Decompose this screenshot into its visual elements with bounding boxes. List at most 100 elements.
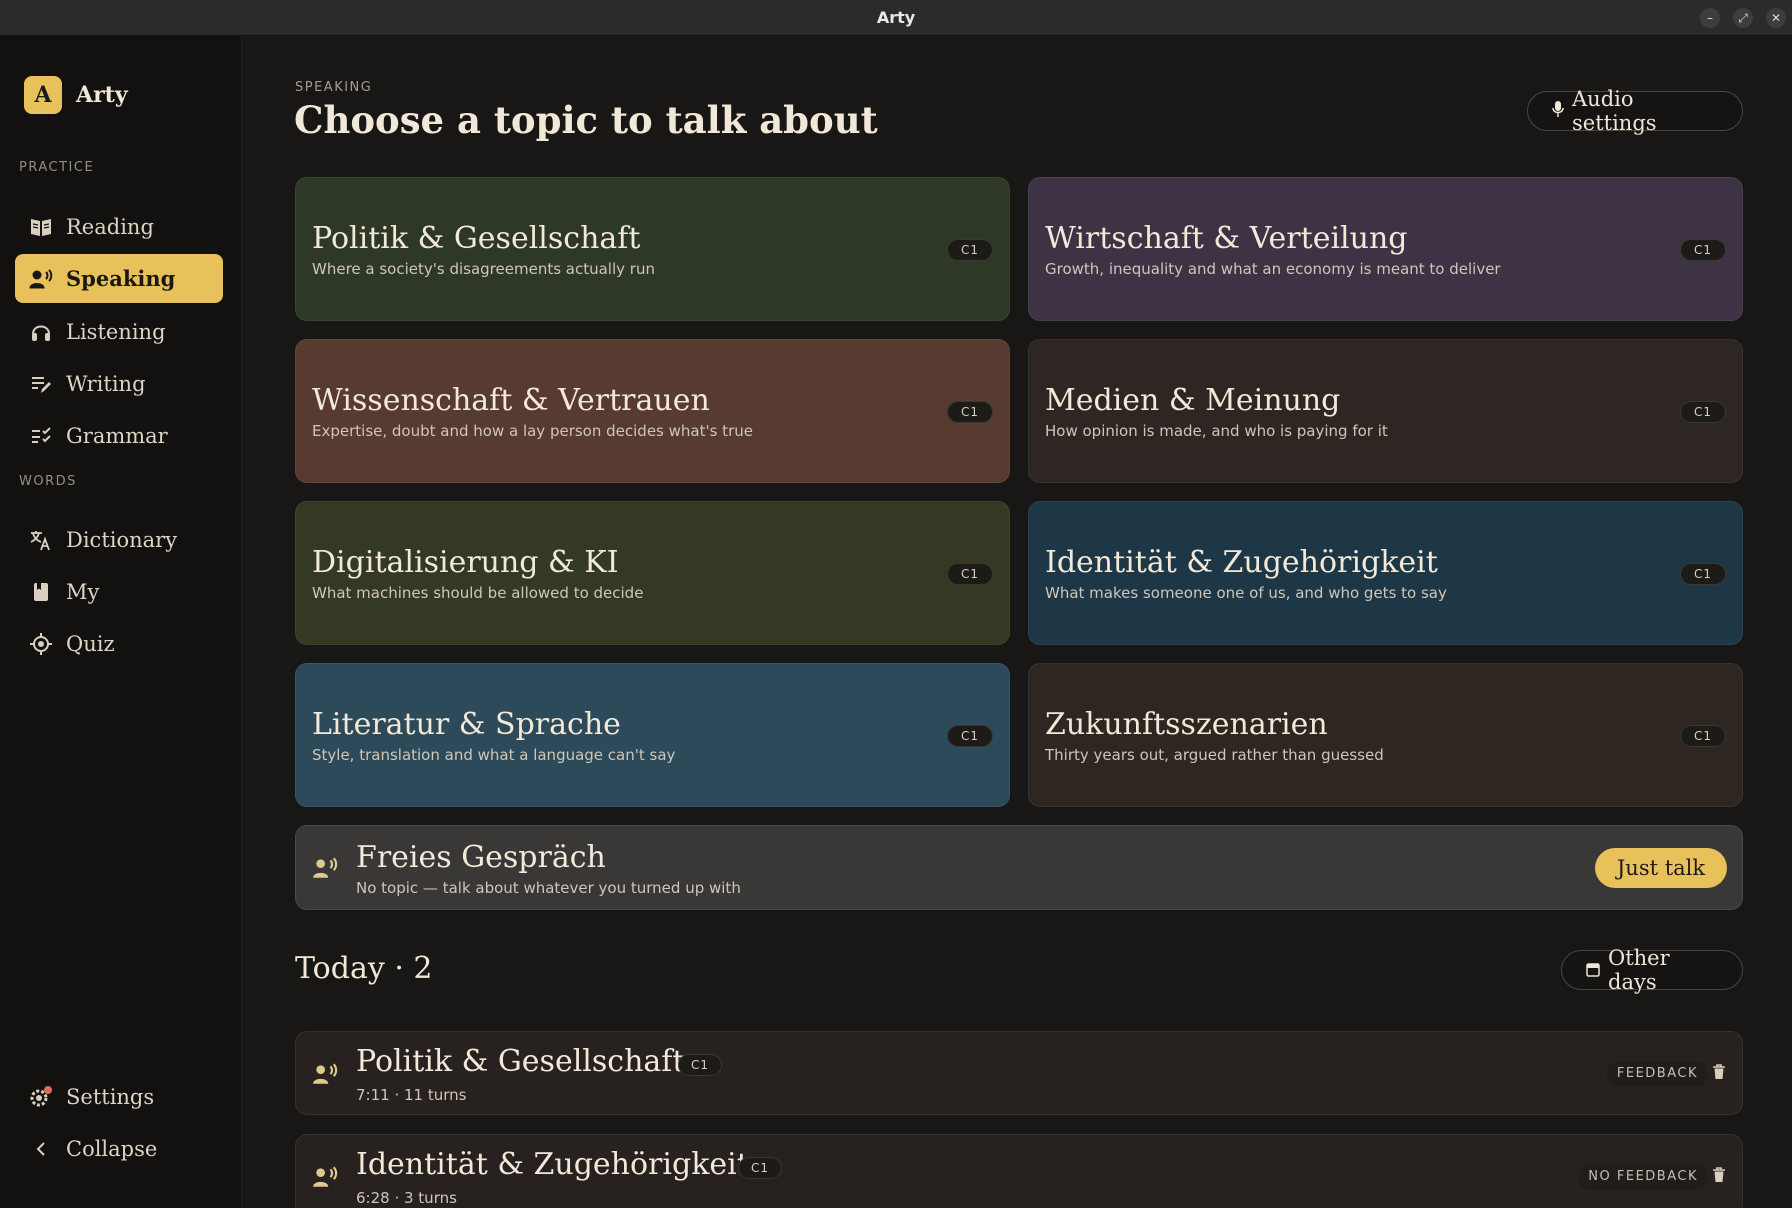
speaking-person-icon <box>312 856 338 884</box>
topic-description: Style, translation and what a language c… <box>312 746 676 764</box>
other-days-button[interactable]: Other days <box>1561 946 1743 994</box>
topic-card[interactable]: Digitalisierung & KI What machines shoul… <box>295 501 1010 645</box>
audio-settings-button[interactable]: Audio settings <box>1527 87 1743 135</box>
sidebar-item-settings[interactable]: Settings <box>15 1072 223 1121</box>
level-badge: C1 <box>1679 401 1726 423</box>
sidebar-item-label: Collapse <box>66 1136 158 1161</box>
topic-description: What machines should be allowed to decid… <box>312 584 644 602</box>
other-days-label: Other days <box>1608 946 1670 994</box>
session-row[interactable]: Politik & Gesellschaft C1 7:11 · 11 turn… <box>295 1031 1743 1115</box>
level-badge: C1 <box>738 1157 783 1179</box>
feedback-status[interactable]: NO FEEDBACK <box>1578 1164 1708 1190</box>
trash-icon[interactable] <box>1712 1064 1726 1084</box>
translate-icon <box>29 528 53 552</box>
topic-name: Wirtschaft & Verteilung <box>1045 221 1408 256</box>
sidebar-item-label: Settings <box>66 1084 155 1109</box>
main-content: SPEAKING Choose a topic to talk about Au… <box>242 36 1792 1208</box>
topic-name: Literatur & Sprache <box>312 707 621 742</box>
level-badge: C1 <box>946 563 993 585</box>
free-talk-title: Freies Gespräch <box>356 840 606 875</box>
sidebar-collapse[interactable]: Collapse <box>15 1124 223 1173</box>
page-eyebrow: SPEAKING <box>295 80 373 95</box>
sidebar-item-label: My <box>66 579 100 604</box>
sidebar-item-label: Speaking <box>66 266 176 291</box>
topic-card[interactable]: Medien & Meinung How opinion is made, an… <box>1028 339 1743 483</box>
session-row[interactable]: Identität & Zugehörigkeit C1 6:28 · 3 tu… <box>295 1134 1743 1208</box>
level-badge: C1 <box>1679 563 1726 585</box>
free-talk-card[interactable]: Freies Gespräch No topic — talk about wh… <box>295 825 1743 910</box>
just-talk-button[interactable]: Just talk <box>1595 848 1727 888</box>
sidebar-item-reading[interactable]: Reading <box>15 202 223 251</box>
trash-icon[interactable] <box>1712 1167 1726 1187</box>
audio-settings-label: Audio settings <box>1572 87 1657 135</box>
window-titlebar: Arty – ⤢ ✕ <box>0 0 1792 36</box>
brand-logo: A <box>24 76 62 114</box>
session-topic: Politik & Gesellschaft <box>356 1044 685 1079</box>
sidebar-item-grammar[interactable]: Grammar <box>15 411 223 460</box>
sidebar-item-listening[interactable]: Listening <box>15 307 223 356</box>
topic-description: Growth, inequality and what an economy i… <box>1045 260 1501 278</box>
topic-description: What makes someone one of us, and who ge… <box>1045 584 1447 602</box>
topic-card[interactable]: Wissenschaft & Vertrauen Expertise, doub… <box>295 339 1010 483</box>
page-title: Choose a topic to talk about <box>294 98 878 142</box>
minimize-icon[interactable]: – <box>1700 8 1720 28</box>
brand-name: Arty <box>76 82 128 108</box>
topic-name: Zukunftsszenarien <box>1045 707 1328 742</box>
topic-name: Identität & Zugehörigkeit <box>1045 545 1438 580</box>
maximize-icon[interactable]: ⤢ <box>1733 8 1753 28</box>
topic-card[interactable]: Wirtschaft & Verteilung Growth, inequali… <box>1028 177 1743 321</box>
level-badge: C1 <box>1679 725 1726 747</box>
sidebar-item-dictionary[interactable]: Dictionary <box>15 515 223 564</box>
topic-description: Where a society's disagreements actually… <box>312 260 655 278</box>
bookmark-book-icon <box>29 580 53 604</box>
level-badge: C1 <box>678 1054 723 1076</box>
session-meta: 7:11 · 11 turns <box>356 1086 467 1104</box>
topic-name: Politik & Gesellschaft <box>312 221 641 256</box>
feedback-status[interactable]: FEEDBACK <box>1606 1061 1708 1087</box>
window-title: Arty <box>876 8 916 27</box>
level-badge: C1 <box>1679 239 1726 261</box>
sidebar-item-label: Listening <box>66 319 166 344</box>
topic-description: Expertise, doubt and how a lay person de… <box>312 422 753 440</box>
topic-name: Medien & Meinung <box>1045 383 1341 418</box>
window-controls: – ⤢ ✕ <box>1700 8 1786 28</box>
sidebar-item-label: Quiz <box>66 631 115 656</box>
topic-card[interactable]: Politik & Gesellschaft Where a society's… <box>295 177 1010 321</box>
sidebar-item-writing[interactable]: Writing <box>15 359 223 408</box>
session-meta: 6:28 · 3 turns <box>356 1189 457 1207</box>
headphones-icon <box>29 320 53 344</box>
level-badge: C1 <box>946 725 993 747</box>
sidebar-item-quiz[interactable]: Quiz <box>15 619 223 668</box>
microphone-icon <box>1552 99 1564 123</box>
sidebar: A Arty PRACTICE Reading Speaking Listeni… <box>0 36 242 1208</box>
level-badge: C1 <box>946 239 993 261</box>
gear-notification-icon <box>29 1085 53 1109</box>
close-icon[interactable]: ✕ <box>1766 8 1786 28</box>
section-label-practice: PRACTICE <box>19 160 95 175</box>
pencil-lines-icon <box>29 372 53 396</box>
speaking-person-icon <box>312 1062 338 1090</box>
brand[interactable]: A Arty <box>24 76 128 114</box>
sidebar-item-label: Dictionary <box>66 527 178 552</box>
session-topic: Identität & Zugehörigkeit <box>356 1147 749 1182</box>
sidebar-item-label: Reading <box>66 214 154 239</box>
topic-description: How opinion is made, and who is paying f… <box>1045 422 1388 440</box>
sidebar-item-my[interactable]: My <box>15 567 223 616</box>
topic-card[interactable]: Zukunftsszenarien Thirty years out, argu… <box>1028 663 1743 807</box>
topic-card[interactable]: Literatur & Sprache Style, translation a… <box>295 663 1010 807</box>
topic-name: Wissenschaft & Vertrauen <box>312 383 710 418</box>
calendar-icon <box>1586 958 1600 982</box>
speaking-person-icon <box>312 1165 338 1193</box>
sidebar-item-label: Writing <box>66 371 146 396</box>
free-talk-description: No topic — talk about whatever you turne… <box>356 879 741 897</box>
topic-card[interactable]: Identität & Zugehörigkeit What makes som… <box>1028 501 1743 645</box>
today-heading: Today · 2 <box>295 951 433 986</box>
topic-name: Digitalisierung & KI <box>312 545 619 580</box>
sidebar-item-label: Grammar <box>66 423 168 448</box>
target-icon <box>29 632 53 656</box>
speaking-person-icon <box>29 267 53 291</box>
chevron-left-icon <box>29 1137 53 1161</box>
checklist-icon <box>29 424 53 448</box>
sidebar-item-speaking[interactable]: Speaking <box>15 254 223 303</box>
book-open-icon <box>29 215 53 239</box>
